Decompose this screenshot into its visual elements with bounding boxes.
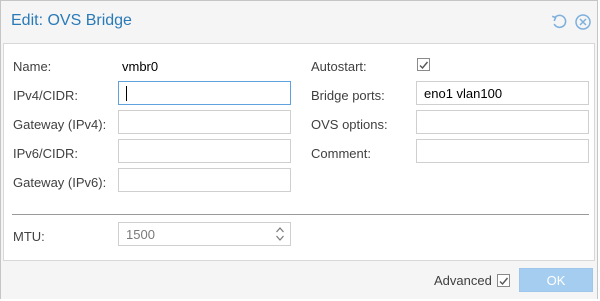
ipv4-input[interactable]: [118, 81, 291, 105]
checkmark-icon: [499, 277, 509, 286]
dialog-window: Edit: OVS Bridge Name: vmbr0 IPv4/CIDR: …: [0, 0, 598, 299]
comment-label: Comment:: [311, 146, 371, 161]
close-icon[interactable]: [574, 13, 592, 31]
name-value: vmbr0: [122, 59, 159, 74]
advanced-checkbox[interactable]: [497, 274, 510, 287]
name-label: Name:: [13, 59, 52, 74]
reset-icon[interactable]: [550, 13, 568, 31]
mtu-label: MTU:: [13, 229, 45, 244]
ipv6-label: IPv6/CIDR:: [13, 146, 79, 161]
dialog-title: Edit: OVS Bridge: [11, 12, 132, 29]
ok-button[interactable]: OK: [519, 268, 593, 292]
form-panel: Name: vmbr0 IPv4/CIDR: Gateway (IPv4): I…: [3, 43, 595, 261]
text-caret: [126, 86, 127, 101]
autostart-checkbox[interactable]: [417, 58, 430, 71]
ovs-options-input[interactable]: [416, 110, 589, 134]
gateway4-input[interactable]: [118, 110, 291, 134]
mtu-spinner-field[interactable]: 1500: [118, 222, 291, 246]
ipv6-input[interactable]: [118, 139, 291, 163]
ovs-options-label: OVS options:: [311, 117, 388, 132]
advanced-label: Advanced: [434, 273, 492, 288]
comment-input[interactable]: [416, 139, 589, 163]
bridge-ports-input[interactable]: eno1 vlan100: [416, 81, 589, 105]
section-divider: [12, 214, 589, 215]
spinner-arrows-icon[interactable]: [275, 225, 285, 243]
autostart-label: Autostart:: [311, 59, 367, 74]
bridge-ports-label: Bridge ports:: [311, 88, 385, 103]
gateway6-label: Gateway (IPv6):: [13, 175, 107, 190]
gateway6-input[interactable]: [118, 168, 291, 192]
checkmark-icon: [419, 61, 429, 70]
mtu-value: 1500: [126, 227, 155, 242]
ipv4-label: IPv4/CIDR:: [13, 88, 79, 103]
titlebar: Edit: OVS Bridge: [1, 1, 597, 42]
gateway4-label: Gateway (IPv4):: [13, 117, 107, 132]
bridge-ports-value: eno1 vlan100: [424, 86, 503, 101]
